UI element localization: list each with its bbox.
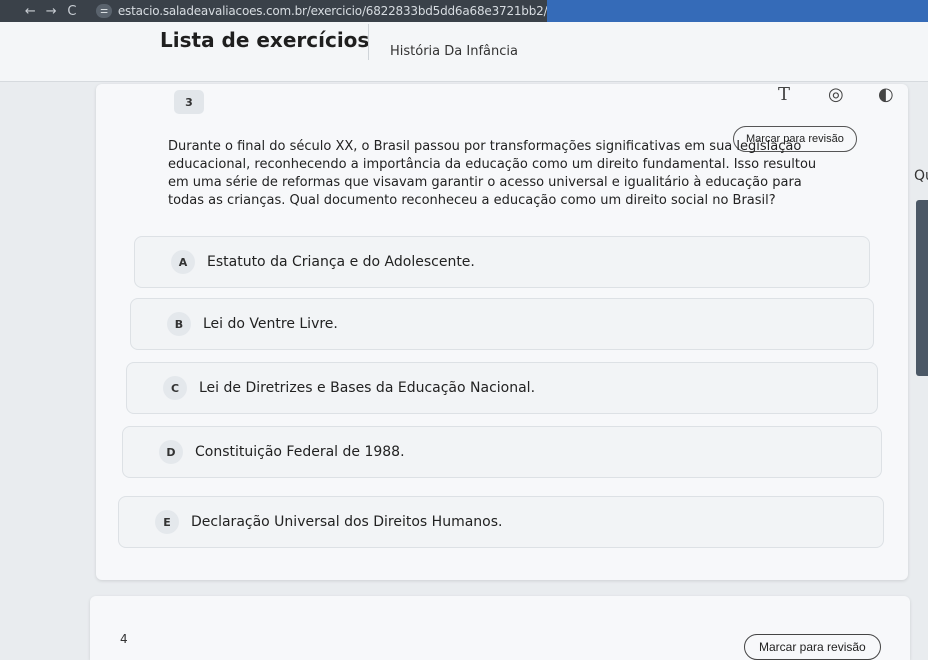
option-e[interactable]: E Declaração Universal dos Direitos Huma… xyxy=(118,496,884,548)
option-text: Lei do Ventre Livre. xyxy=(203,316,338,332)
url-address[interactable]: estacio.saladeavaliacoes.com.br/exercici… xyxy=(118,4,548,18)
subject-name: História Da Infância xyxy=(390,44,518,59)
back-icon[interactable]: ← xyxy=(20,4,41,19)
option-letter: E xyxy=(155,510,179,534)
browser-toolbar: ← → C ⚌ estacio.saladeavaliacoes.com.br/… xyxy=(0,0,928,22)
option-text: Constituição Federal de 1988. xyxy=(195,444,405,460)
contrast-icon[interactable]: ◐ xyxy=(878,84,894,105)
reload-icon[interactable]: C xyxy=(62,4,83,19)
question-text: Durante o final do século XX, o Brasil p… xyxy=(168,139,817,208)
option-text: Declaração Universal dos Direitos Humano… xyxy=(191,514,503,530)
forward-icon[interactable]: → xyxy=(41,4,62,19)
option-d[interactable]: D Constituição Federal de 1988. xyxy=(122,426,882,478)
option-b[interactable]: B Lei do Ventre Livre. xyxy=(130,298,874,350)
header-divider xyxy=(368,24,369,60)
page-title: Lista de exercícios xyxy=(160,28,370,52)
text-tool-icon[interactable]: T xyxy=(778,84,790,105)
question-number: 3 xyxy=(174,90,204,114)
option-letter: B xyxy=(167,312,191,336)
option-text: Lei de Diretrizes e Bases da Educação Na… xyxy=(199,380,536,396)
side-panel-handle[interactable] xyxy=(916,200,928,376)
browser-tab-strip xyxy=(547,0,928,22)
option-a[interactable]: A Estatuto da Criança e do Adolescente. xyxy=(134,236,870,288)
option-c[interactable]: C Lei de Diretrizes e Bases da Educação … xyxy=(126,362,878,414)
option-text: Estatuto da Criança e do Adolescente. xyxy=(207,254,475,270)
site-info-icon[interactable]: ⚌ xyxy=(96,4,112,18)
target-icon[interactable]: ◎ xyxy=(828,84,844,105)
option-letter: D xyxy=(159,440,183,464)
option-letter: C xyxy=(163,376,187,400)
next-mark-for-review-button[interactable]: Marcar para revisão xyxy=(744,634,881,660)
next-question-number: 4 xyxy=(120,632,128,646)
option-letter: A xyxy=(171,250,195,274)
side-panel-partial-text: Qu xyxy=(914,168,928,184)
